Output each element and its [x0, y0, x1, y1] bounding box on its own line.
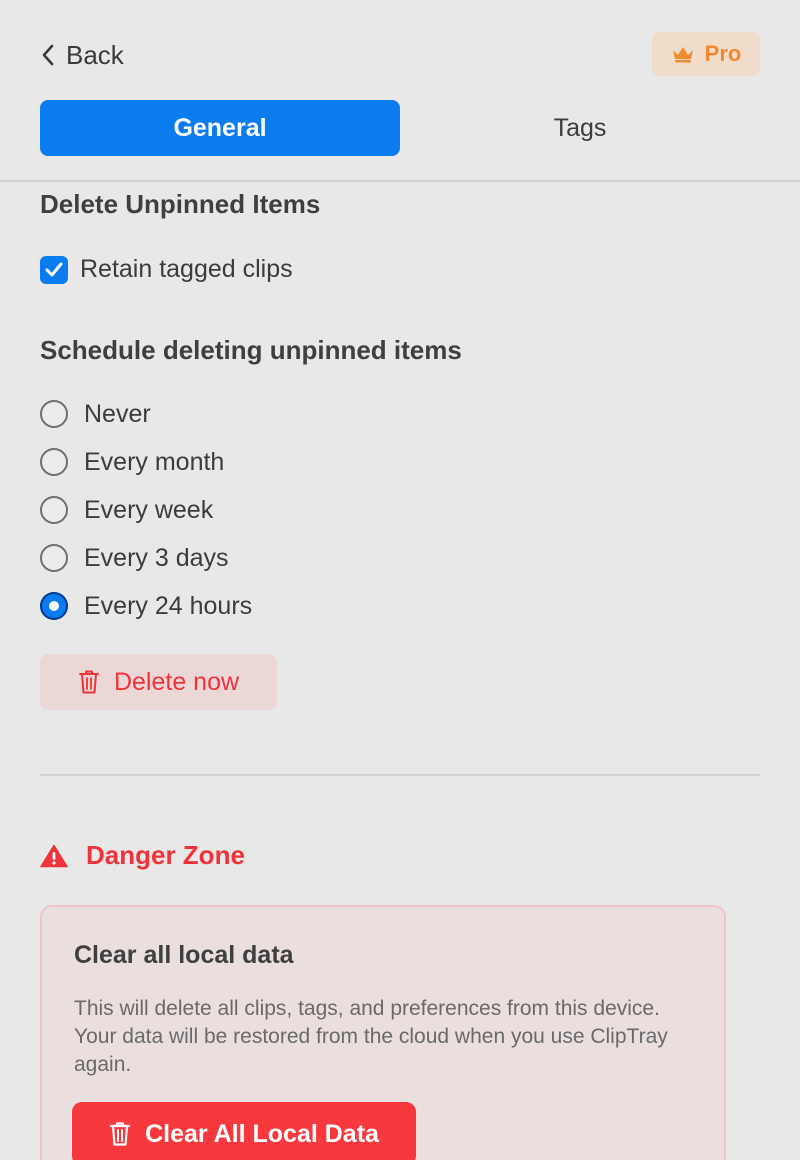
delete-now-button[interactable]: Delete now [40, 654, 277, 710]
radio-option-every-24-hours[interactable]: Every 24 hours [40, 582, 252, 630]
schedule-title: Schedule deleting unpinned items [40, 335, 462, 365]
radio-button[interactable] [40, 400, 68, 428]
radio-label: Never [84, 399, 151, 428]
radio-label: Every month [84, 447, 225, 476]
radio-option-every-week[interactable]: Every week [40, 486, 252, 534]
radio-button[interactable] [40, 544, 68, 572]
radio-button[interactable] [40, 448, 68, 476]
trash-icon [78, 670, 99, 694]
settings-panel: Back Pro General Tags Delete Unpinned It… [0, 0, 800, 1160]
tab-general[interactable]: General [40, 100, 400, 156]
delete-now-label: Delete now [113, 667, 240, 696]
back-button[interactable]: Back [40, 38, 124, 72]
radio-label: Every week [84, 495, 214, 524]
checkmark-icon [45, 262, 63, 276]
radio-option-never[interactable]: Never [40, 390, 252, 438]
radio-button[interactable] [40, 496, 68, 524]
radio-option-every-month[interactable]: Every month [40, 438, 252, 486]
danger-zone-card: Clear all local data This will delete al… [40, 905, 726, 1160]
tab-tags[interactable]: Tags [400, 100, 760, 156]
pro-label: Pro [704, 41, 742, 66]
clear-data-title: Clear all local data [74, 941, 294, 969]
trash-icon [109, 1122, 131, 1146]
radio-button-selected[interactable] [40, 592, 68, 620]
clear-button-label: Clear All Local Data [145, 1119, 379, 1148]
retain-tagged-label: Retain tagged clips [80, 255, 293, 283]
back-label: Back [66, 39, 124, 70]
radio-label: Every 3 days [84, 543, 229, 572]
tab-bar: General Tags [40, 100, 760, 156]
danger-zone-title: Danger Zone [86, 840, 245, 870]
delete-unpinned-title: Delete Unpinned Items [40, 189, 321, 219]
retain-tagged-checkbox-row[interactable]: Retain tagged clips [40, 255, 293, 284]
header-divider [0, 180, 800, 182]
radio-label: Every 24 hours [84, 591, 253, 620]
section-divider [40, 774, 760, 776]
radio-option-every-3-days[interactable]: Every 3 days [40, 534, 252, 582]
schedule-radio-group: Never Every month Every week Every 3 day… [40, 390, 252, 630]
retain-tagged-checkbox[interactable] [40, 255, 68, 284]
clear-all-local-data-button[interactable]: Clear All Local Data [72, 1102, 416, 1160]
clear-data-description: This will delete all clips, tags, and pr… [74, 997, 668, 1076]
warning-icon [40, 844, 68, 867]
crown-icon [672, 47, 693, 63]
chevron-left-icon [42, 44, 54, 66]
pro-badge-button[interactable]: Pro [652, 32, 760, 76]
danger-zone-heading: Danger Zone [40, 840, 245, 871]
